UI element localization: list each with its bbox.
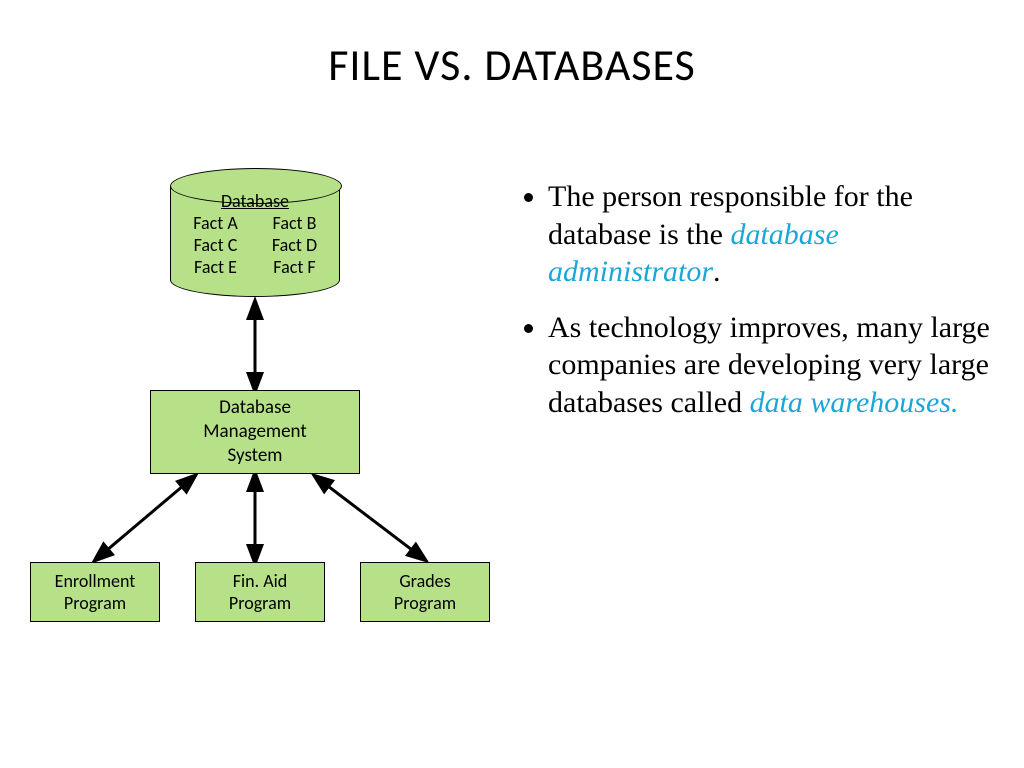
bullet-content: The person responsible for the database … (520, 178, 990, 439)
dbms-line1: Database (151, 396, 359, 420)
fact-c: Fact C (185, 234, 246, 256)
program-line: Program (31, 592, 159, 614)
fact-d: Fact D (264, 234, 325, 256)
slide-title: FILE VS. DATABASES (0, 0, 1024, 92)
fact-a: Fact A (185, 212, 246, 234)
fact-e: Fact E (185, 256, 246, 278)
bullet-1: The person responsible for the database … (548, 178, 990, 291)
cylinder-heading: Database (221, 190, 289, 212)
program-grades: Grades Program (360, 562, 490, 622)
dbms-line3: System (151, 444, 359, 468)
program-line: Enrollment (31, 570, 159, 592)
dbms-line2: Management (151, 420, 359, 444)
diagram-area: Database Fact A Fact B Fact C Fact D Fac… (30, 160, 490, 680)
database-cylinder: Database Fact A Fact B Fact C Fact D Fac… (170, 168, 340, 297)
dbms-box: Database Management System (150, 390, 360, 474)
fact-b: Fact B (264, 212, 325, 234)
program-row: Enrollment Program Fin. Aid Program Grad… (30, 562, 490, 622)
program-line: Grades (361, 570, 489, 592)
program-line: Program (196, 592, 324, 614)
term-data-warehouses: data warehouses. (750, 386, 959, 419)
program-line: Fin. Aid (196, 570, 324, 592)
program-enrollment: Enrollment Program (30, 562, 160, 622)
bullet-2: As technology improves, many large compa… (548, 309, 990, 422)
fact-f: Fact F (264, 256, 325, 278)
program-finaid: Fin. Aid Program (195, 562, 325, 622)
bullet-text: . (713, 255, 721, 288)
program-line: Program (361, 592, 489, 614)
